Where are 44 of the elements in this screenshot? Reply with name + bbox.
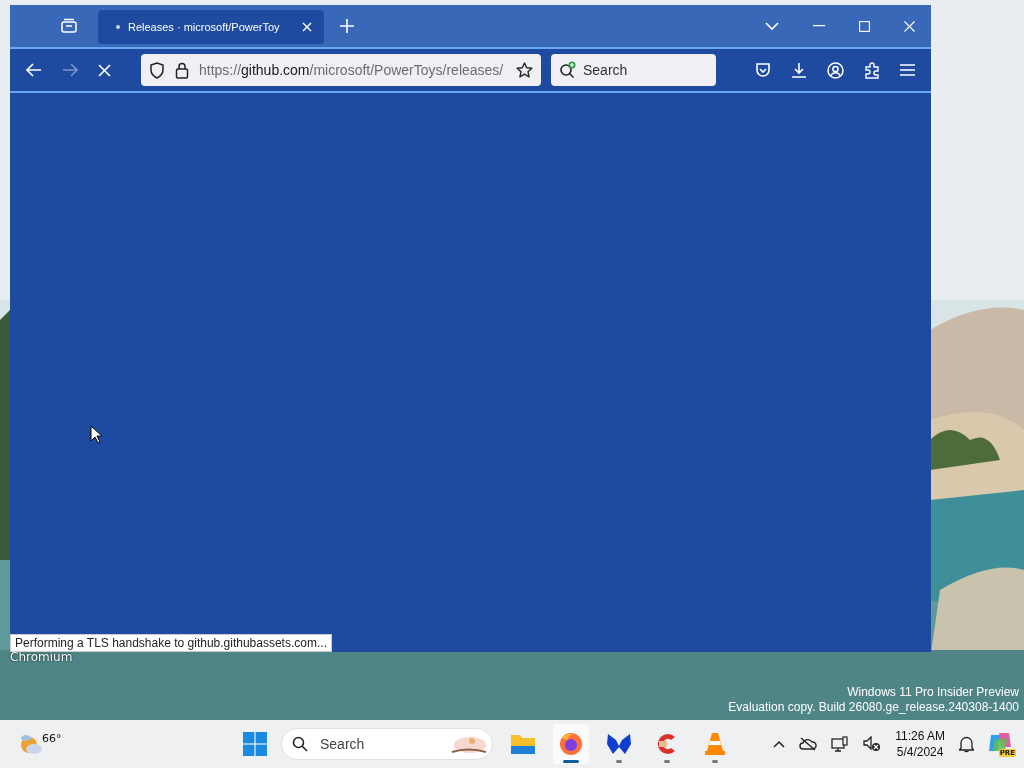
taskbar-search-input[interactable]: Search <box>318 735 438 753</box>
desktop-icon-label[interactable]: Chromium <box>10 650 73 664</box>
cloud-off-icon[interactable] <box>799 737 818 751</box>
url-text: https://github.com/microsoft/PowerToys/releases/ <box>199 62 505 78</box>
chevron-up-icon[interactable] <box>773 740 786 748</box>
puzzle-icon[interactable] <box>864 61 880 79</box>
search-icon <box>292 736 308 752</box>
new-tab-icon[interactable] <box>340 19 354 33</box>
cursor-icon <box>90 425 102 444</box>
close-icon[interactable] <box>302 22 312 32</box>
browser-tab[interactable]: Releases · microsoft/PowerToy <box>98 10 324 44</box>
address-bar[interactable]: https://github.com/microsoft/PowerToys/releases/ <box>141 54 541 86</box>
menu-icon[interactable] <box>900 64 915 76</box>
search-icon <box>559 61 577 79</box>
taskbar-app-button[interactable] <box>553 724 589 764</box>
pocket-icon[interactable] <box>755 62 771 78</box>
search-input[interactable]: Search <box>581 61 685 79</box>
chevron-down-icon[interactable] <box>765 21 779 31</box>
malwarebytes-icon <box>606 732 632 756</box>
maximize-icon[interactable] <box>859 20 870 32</box>
taskbar-search-field[interactable]: Search <box>281 728 493 760</box>
folder-icon <box>510 733 536 755</box>
account-icon[interactable] <box>827 61 844 79</box>
os-notice-text: Windows 11 Pro Insider Preview <box>846 685 1019 700</box>
shield-icon[interactable] <box>149 61 165 79</box>
search-field[interactable]: Search <box>551 54 716 86</box>
clock-date[interactable]: 5/4/2024 <box>896 744 944 760</box>
minimize-icon[interactable] <box>813 25 825 27</box>
clock-time[interactable]: 11:26 AM <box>895 728 945 744</box>
stop-icon[interactable] <box>98 63 111 77</box>
star-icon[interactable] <box>516 61 533 79</box>
tab-overview-icon[interactable] <box>60 18 78 34</box>
traffic-cone-icon <box>704 732 726 756</box>
lock-icon[interactable] <box>175 61 189 79</box>
firefox-icon <box>559 732 583 756</box>
temperature-text[interactable]: 66° <box>42 732 62 745</box>
network-icon[interactable] <box>831 735 850 753</box>
download-icon[interactable] <box>791 62 807 78</box>
back-arrow-icon[interactable] <box>26 63 42 77</box>
bell-icon[interactable] <box>959 735 974 753</box>
close-icon[interactable] <box>904 20 915 32</box>
status-text: Performing a TLS handshake to github.githubassets.com... <box>10 634 332 652</box>
os-notice-text: Evaluation copy. Build 26080.ge_release.240308-1400 <box>728 700 1019 715</box>
volume-muted-icon[interactable] <box>863 736 882 752</box>
